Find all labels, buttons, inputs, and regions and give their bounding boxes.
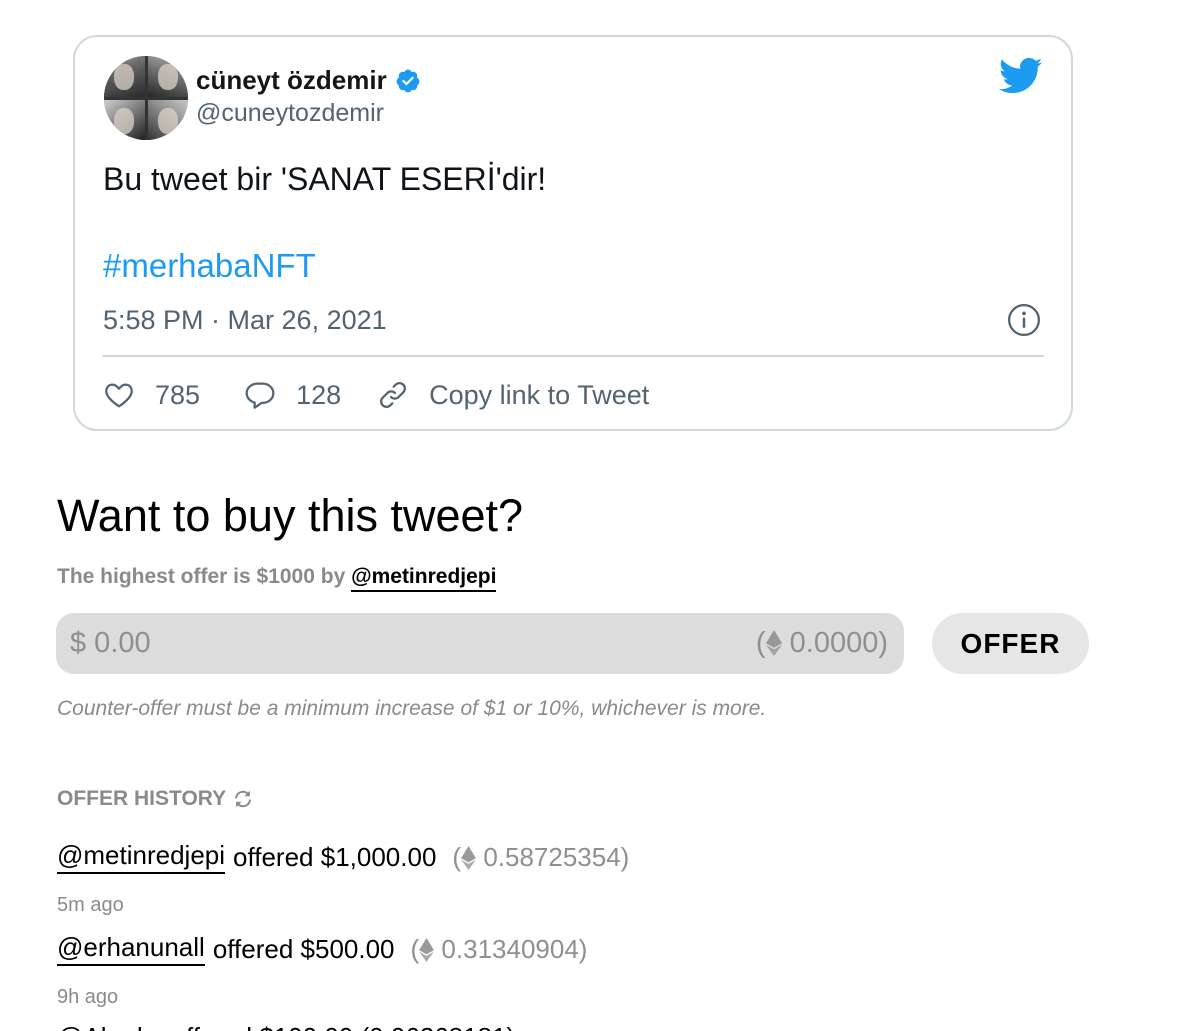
avatar-quadrant [104, 99, 145, 140]
highest-offer-text: The highest offer is $1000 by @metinredj… [57, 565, 497, 592]
usd-placeholder: $ 0.00 [70, 627, 151, 659]
author-name[interactable]: cüneyt özdemir [196, 65, 387, 96]
offer-amount: offered $500.00 [212, 933, 395, 964]
avatar-quadrant [104, 56, 145, 97]
twitter-bird-icon[interactable] [999, 57, 1043, 95]
offer-button[interactable]: OFFER [932, 613, 1089, 674]
offer-user-link[interactable]: @erhanunall [57, 932, 205, 966]
tweet-actions: 785 128 Copy link to Tweet [103, 375, 649, 415]
avatar[interactable] [104, 56, 188, 140]
offer-history-row: @erhanunall offered $500.00 ( 0.31340904… [57, 932, 587, 966]
author-name-row[interactable]: cüneyt özdemir [196, 65, 421, 96]
offer-history-row-partial: @Abcd... offered $100.00 (0.06268181) [57, 1022, 515, 1031]
verified-badge-icon [396, 69, 420, 92]
avatar-quadrant [147, 99, 188, 140]
avatar-quadrant [147, 56, 188, 97]
reply-count: 128 [296, 379, 342, 410]
highest-offer-prefix: The highest offer is $1000 by [57, 565, 346, 588]
offer-user-link[interactable]: @metinredjepi [57, 840, 226, 874]
offer-history-title: OFFER HISTORY [57, 787, 254, 811]
offer-time: 5m ago [57, 894, 124, 916]
author-handle[interactable]: @cuneytozdemir [196, 99, 384, 128]
ethereum-icon [765, 630, 782, 656]
copy-link-label: Copy link to Tweet [429, 379, 650, 410]
tweet-text: Bu tweet bir 'SANAT ESERİ'dir! [103, 161, 547, 197]
refresh-icon[interactable] [232, 788, 254, 810]
offer-eth: ( 0.58725354) [452, 841, 630, 872]
divider [102, 355, 1044, 357]
heart-icon [105, 383, 133, 408]
eth-value: 0.0000) [789, 627, 888, 659]
like-count: 785 [155, 379, 201, 410]
counter-offer-note: Counter-offer must be a minimum increase… [57, 697, 767, 720]
offer-time: 9h ago [57, 986, 119, 1008]
copy-link-button[interactable]: Copy link to Tweet [377, 379, 649, 411]
reply-bubble-icon [245, 382, 275, 409]
buy-title: Want to buy this tweet? [57, 490, 524, 541]
offer-amount: offered $1,000.00 [233, 841, 437, 872]
link-icon [380, 382, 407, 408]
tweet-card[interactable]: cüneyt özdemir @cuneytozdemir Bu tweet b… [73, 35, 1073, 431]
offer-amount-input[interactable]: $ 0.00 ( 0.0000) [56, 613, 904, 674]
highest-bidder-link[interactable]: @metinredjepi [351, 565, 497, 592]
offer-history-row: @metinredjepi offered $1,000.00 ( 0.5872… [57, 840, 629, 874]
tweet-timestamp[interactable]: 5:58 PM · Mar 26, 2021 [103, 305, 387, 336]
like-button[interactable]: 785 [103, 379, 200, 411]
reply-button[interactable]: 128 [244, 379, 341, 411]
offer-eth: ( 0.31340904) [410, 933, 588, 964]
ethereum-icon [461, 845, 476, 870]
ethereum-icon [419, 937, 435, 962]
eth-conversion: ( 0.0000) [755, 627, 888, 659]
info-icon[interactable] [1007, 303, 1041, 337]
hashtag-link[interactable]: #merhabaNFT [103, 247, 316, 285]
